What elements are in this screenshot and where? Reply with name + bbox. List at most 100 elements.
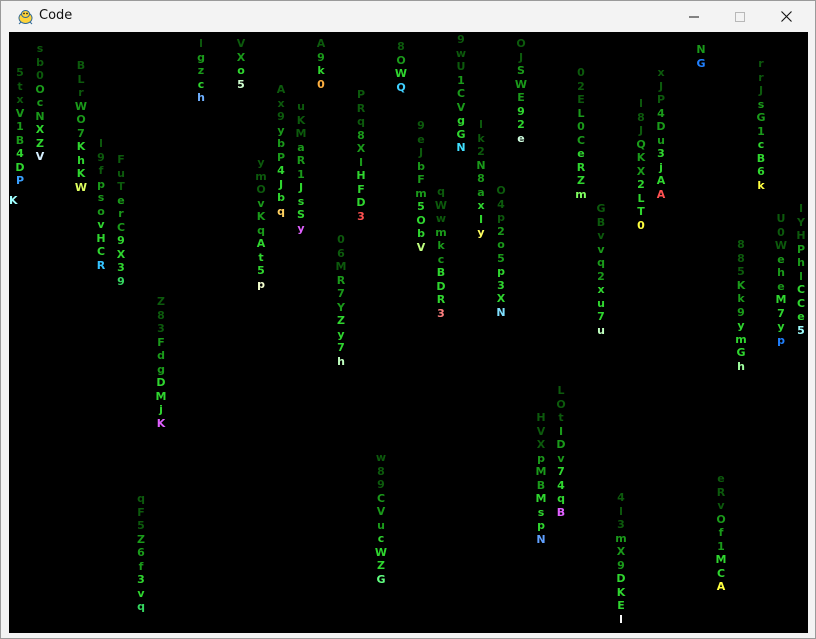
rain-glyph: p (537, 451, 545, 465)
rain-glyph: 4 (657, 106, 665, 120)
rain-glyph: M (775, 293, 787, 306)
rain-glyph: 0 (577, 66, 585, 79)
rain-glyph: P (356, 88, 366, 101)
rain-glyph: 9 (457, 33, 465, 46)
rain-glyph: 2 (597, 269, 605, 283)
rain-glyph: C (576, 133, 586, 147)
rain-glyph: 7 (337, 287, 345, 300)
rain-glyph: J (418, 146, 424, 159)
rain-glyph: 8 (477, 172, 485, 185)
rain-glyph: J (758, 84, 764, 97)
rain-glyph: T (637, 205, 645, 218)
rain-glyph: 8 (377, 464, 385, 478)
rain-glyph: W (514, 77, 528, 91)
rain-glyph: W (434, 198, 448, 212)
rain-glyph: f (138, 559, 144, 573)
rain-glyph: C (116, 220, 126, 234)
rain-glyph: v (557, 451, 565, 465)
rain-stream: eRvOf1MCA (714, 472, 728, 594)
rain-glyph: X (496, 292, 506, 305)
rain-glyph: l (639, 97, 643, 110)
rain-glyph: N (476, 158, 486, 172)
rain-glyph: B (15, 133, 25, 147)
rain-glyph: s (757, 97, 765, 111)
rain-glyph: u (297, 100, 305, 113)
rain-glyph: K (736, 278, 746, 292)
rain-glyph: X (536, 438, 546, 451)
rain-glyph: l (99, 137, 103, 150)
rain-glyph: 0 (337, 233, 345, 246)
rain-glyph: 9 (617, 558, 625, 572)
rain-glyph: p (497, 211, 505, 224)
rain-glyph: b (277, 191, 285, 204)
rain-glyph: 0 (36, 69, 44, 82)
rain-glyph: H (96, 231, 106, 245)
rain-lead-glyph: V (35, 150, 45, 163)
rain-lead-glyph: W (74, 180, 88, 194)
rain-glyph: Q (636, 137, 646, 151)
rain-glyph: K (76, 167, 86, 180)
rain-glyph: l (199, 37, 203, 50)
rain-glyph: y (277, 123, 285, 137)
rain-glyph: f (718, 526, 724, 539)
rain-glyph: E (617, 599, 625, 612)
rain-glyph: 5 (16, 66, 24, 79)
minimize-button[interactable] (671, 1, 717, 32)
rain-glyph: h (777, 266, 785, 279)
rain-glyph: Z (377, 559, 385, 572)
rain-glyph: R (716, 485, 726, 499)
rain-glyph: q (437, 185, 445, 198)
rain-glyph: 3 (157, 322, 165, 335)
rain-glyph: C (716, 566, 726, 580)
rain-glyph: 9 (277, 110, 285, 123)
rain-glyph: m (435, 225, 447, 239)
rain-lead-glyph: 0 (637, 218, 645, 232)
rain-lead-glyph: h (737, 359, 745, 373)
rain-lead-glyph: q (137, 600, 145, 613)
rain-glyph: D (156, 376, 166, 389)
rain-glyph: k (317, 64, 325, 77)
rain-glyph: o (97, 204, 105, 218)
rain-stream: NG (694, 43, 708, 70)
rain-glyph: c (36, 96, 44, 109)
rain-glyph: r (758, 57, 764, 70)
rain-lead-glyph: N (536, 532, 546, 546)
rain-glyph: W (74, 99, 88, 113)
rain-stream: 02EL0CeRZm (574, 66, 588, 201)
rain-glyph: e (777, 279, 785, 293)
rain-glyph: Z (36, 136, 44, 150)
rain-glyph: J (298, 181, 304, 194)
rain-stream: qF5Z6f3vq (134, 492, 148, 614)
rain-glyph: e (777, 252, 785, 266)
rain-lead-glyph: h (197, 91, 205, 104)
rain-glyph: 4 (497, 197, 505, 211)
rain-glyph: j (659, 160, 663, 174)
rain-glyph: X (356, 142, 366, 155)
rain-glyph: W (394, 67, 408, 80)
rain-glyph: C (456, 87, 466, 100)
rain-glyph: M (335, 260, 347, 273)
rain-glyph: q (357, 115, 365, 128)
rain-glyph: l (479, 118, 483, 131)
rain-glyph: A (276, 83, 286, 96)
rain-stream: FuTerC9X39 (114, 153, 128, 288)
close-button[interactable] (763, 1, 809, 32)
rain-glyph: e (117, 193, 125, 207)
rain-glyph: r (758, 70, 764, 84)
rain-glyph: J (518, 50, 524, 64)
app-window: Code 5txV1B4DPsb0OcNXZVBLrWO7KhKWl9fpsov… (0, 0, 816, 639)
rain-glyph: 3 (657, 147, 665, 160)
rain-glyph: B (436, 266, 446, 279)
rain-stream: l8JQKX2LT0 (634, 97, 648, 232)
rain-lead-glyph: G (696, 56, 706, 70)
rain-glyph: s (97, 191, 105, 204)
title-bar[interactable]: Code (1, 1, 815, 32)
maximize-button[interactable] (717, 1, 763, 32)
rain-stream: IYHPhlCCe5 (794, 202, 808, 337)
rain-glyph: 9 (117, 234, 125, 247)
rain-stream: ymOvKqAt5p (254, 156, 268, 291)
rain-stream: A9k0 (314, 37, 328, 91)
rain-glyph: 4 (617, 491, 625, 504)
rain-stream: BLrWO7KhKW (74, 59, 88, 194)
rain-glyph: X (616, 545, 626, 558)
